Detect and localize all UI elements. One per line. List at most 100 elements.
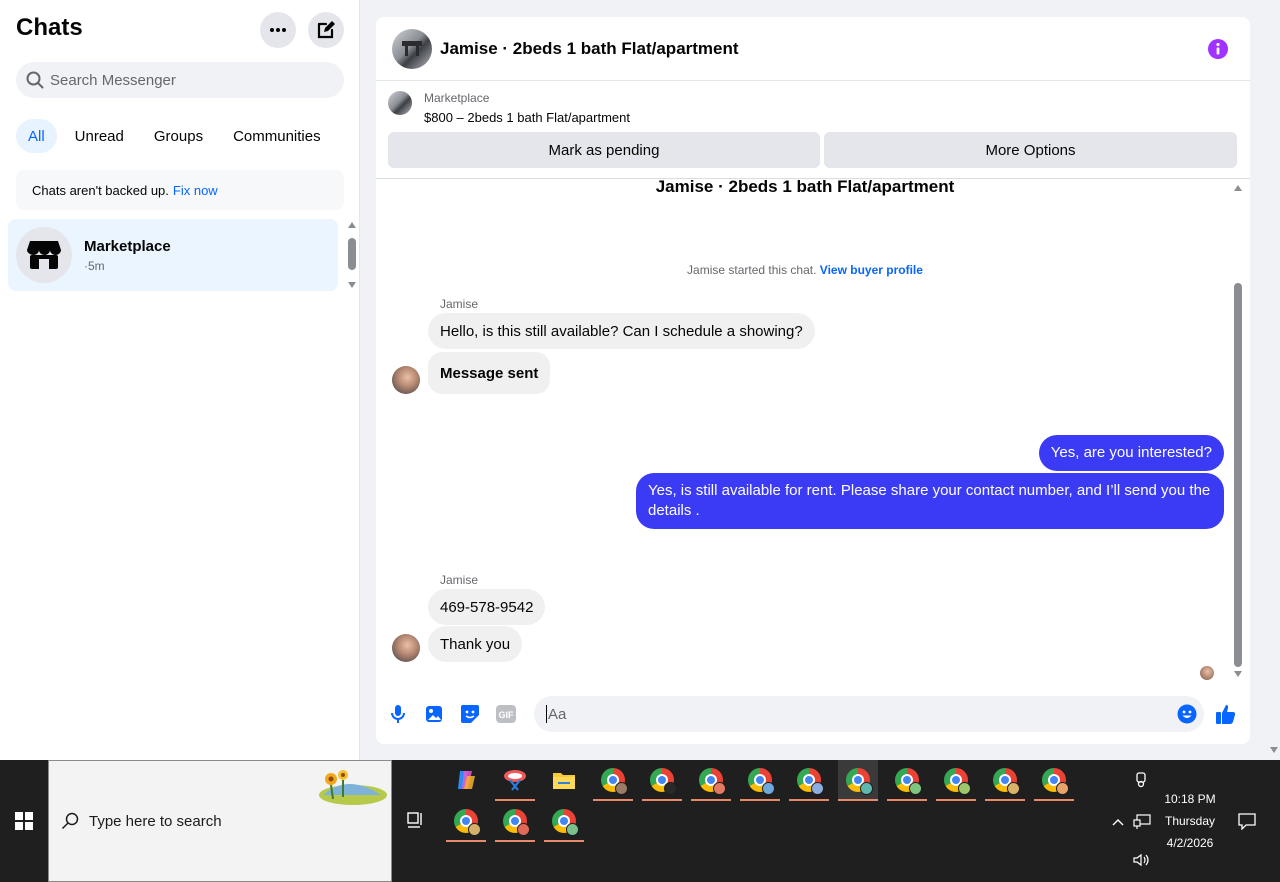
notifications-icon[interactable] xyxy=(1236,810,1258,832)
emoji-icon[interactable] xyxy=(1176,703,1198,725)
chrome-icon xyxy=(552,809,579,836)
listing-thumbnail xyxy=(388,91,412,115)
chat-started-notice: Jamise started this chat. View buyer pro… xyxy=(376,263,1234,277)
folder-icon xyxy=(553,773,575,789)
compose-icon xyxy=(317,21,335,39)
jamise-avatar[interactable] xyxy=(392,366,420,394)
info-glyph-icon xyxy=(1216,42,1220,55)
sidebar-title: Chats xyxy=(16,14,83,41)
mark-as-pending-button[interactable]: Mark as pending xyxy=(388,132,820,168)
chrome-window-13[interactable] xyxy=(544,801,584,842)
view-buyer-profile-link[interactable]: View buyer profile xyxy=(820,263,923,277)
task-view-button[interactable] xyxy=(396,800,436,840)
chrome-window-7[interactable] xyxy=(887,760,927,801)
gif-icon[interactable]: GIF xyxy=(495,703,517,725)
conversation-header: Jamise · 2beds 1 bath Flat/apartment xyxy=(376,17,1250,81)
clock-time[interactable]: 10:18 PM xyxy=(1140,792,1240,806)
search-icon xyxy=(26,71,44,89)
page-scroll-down-icon[interactable] xyxy=(1270,747,1278,753)
more-options-listing-button[interactable]: More Options xyxy=(824,132,1237,168)
file-explorer-app[interactable] xyxy=(544,760,584,800)
conversation-title[interactable]: Jamise · 2beds 1 bath Flat/apartment xyxy=(440,39,739,59)
scrollbar-thumb[interactable] xyxy=(1234,283,1242,667)
chat-item-time: ·5m xyxy=(84,258,105,273)
chat-filter-tabs: All Unread Groups Communities xyxy=(16,119,333,153)
tab-communities[interactable]: Communities xyxy=(221,119,333,153)
taskbar-search-placeholder: Type here to search xyxy=(89,812,222,830)
microphone-icon[interactable] xyxy=(387,703,409,725)
search-highlight-flowers-icon xyxy=(319,770,387,805)
ellipsis-icon xyxy=(270,28,286,32)
search-messenger-input[interactable]: Search Messenger xyxy=(16,62,344,98)
scroll-up-arrow-icon[interactable] xyxy=(1234,185,1242,191)
thread-scrollbar[interactable] xyxy=(1232,185,1244,677)
listing-source: Marketplace xyxy=(424,91,490,105)
read-receipt-avatar xyxy=(1200,666,1214,680)
sticker-icon[interactable] xyxy=(459,703,481,725)
clock-date[interactable]: 4/2/2026 xyxy=(1140,836,1240,850)
chrome-window-6[interactable] xyxy=(838,760,878,801)
chrome-icon xyxy=(601,768,628,795)
message-sender: Jamise xyxy=(440,297,479,311)
snipping-tool-icon xyxy=(504,770,526,791)
copilot-app[interactable] xyxy=(446,760,486,800)
chrome-icon xyxy=(895,768,922,795)
listing-photo-avatar[interactable] xyxy=(392,28,432,69)
scroll-up-arrow-icon[interactable] xyxy=(348,222,356,228)
avatar xyxy=(16,227,72,283)
meet-now-icon[interactable] xyxy=(1132,770,1152,790)
profile-badge-icon xyxy=(566,823,579,836)
thread-title: Jamise · 2beds 1 bath Flat/apartment xyxy=(655,177,955,196)
volume-icon[interactable] xyxy=(1132,850,1152,870)
chrome-window-1[interactable] xyxy=(593,760,633,801)
chrome-icon xyxy=(503,809,530,836)
text-cursor xyxy=(546,705,547,723)
message-input[interactable]: Aa xyxy=(534,696,1204,732)
message-bubble-incoming[interactable]: Thank you xyxy=(428,626,523,662)
chrome-window-10[interactable] xyxy=(1034,760,1074,801)
chrome-icon xyxy=(846,768,873,795)
start-button[interactable] xyxy=(0,760,48,882)
message-bubble-outgoing[interactable]: Yes, are you interested? xyxy=(1038,435,1224,471)
new-message-button[interactable] xyxy=(308,12,344,48)
sidebar-scrollbar[interactable] xyxy=(346,222,358,288)
search-placeholder: Search Messenger xyxy=(50,71,176,89)
chrome-window-2[interactable] xyxy=(642,760,682,801)
profile-badge-icon xyxy=(1056,782,1069,795)
message-input-placeholder: Aa xyxy=(548,705,567,723)
chrome-window-11[interactable] xyxy=(446,801,486,842)
chrome-icon xyxy=(944,768,971,795)
snipping-tool-app[interactable] xyxy=(495,760,535,801)
chrome-window-4[interactable] xyxy=(740,760,780,801)
search-icon xyxy=(61,812,79,830)
tab-unread[interactable]: Unread xyxy=(63,119,136,153)
message-sender: Jamise xyxy=(440,573,479,587)
scroll-down-arrow-icon[interactable] xyxy=(348,282,356,288)
chrome-window-8[interactable] xyxy=(936,760,976,801)
message-sent-card[interactable]: Message sent xyxy=(428,352,551,394)
chrome-window-12[interactable] xyxy=(495,801,535,842)
profile-badge-icon xyxy=(860,782,873,795)
taskbar-search-box[interactable]: Type here to search xyxy=(48,760,392,882)
like-thumbs-up-icon[interactable] xyxy=(1215,703,1237,725)
message-bubble-outgoing[interactable]: Yes, is still available for rent. Please… xyxy=(636,473,1224,529)
chat-item-marketplace[interactable]: Marketplace ·5m xyxy=(8,219,338,291)
fix-now-link[interactable]: Fix now xyxy=(173,183,218,198)
chrome-window-9[interactable] xyxy=(985,760,1025,801)
photo-attach-icon[interactable] xyxy=(423,703,445,725)
scrollbar-thumb[interactable] xyxy=(348,238,356,270)
tab-all[interactable]: All xyxy=(16,119,57,153)
chrome-window-3[interactable] xyxy=(691,760,731,801)
scroll-down-arrow-icon[interactable] xyxy=(1234,671,1242,677)
backup-notice-text: Chats aren't backed up. xyxy=(32,182,169,198)
profile-badge-icon xyxy=(1007,782,1020,795)
clock-day[interactable]: Thursday xyxy=(1140,814,1240,828)
message-bubble-incoming[interactable]: Hello, is this still available? Can I sc… xyxy=(428,313,815,349)
tab-groups[interactable]: Groups xyxy=(142,119,215,153)
show-hidden-icons-chevron-icon[interactable] xyxy=(1108,812,1128,832)
message-bubble-incoming[interactable]: 469-578-9542 xyxy=(428,589,546,625)
jamise-avatar[interactable] xyxy=(392,634,420,662)
more-options-button[interactable] xyxy=(260,12,296,48)
chrome-window-5[interactable] xyxy=(789,760,829,801)
info-icon[interactable] xyxy=(1208,39,1228,59)
